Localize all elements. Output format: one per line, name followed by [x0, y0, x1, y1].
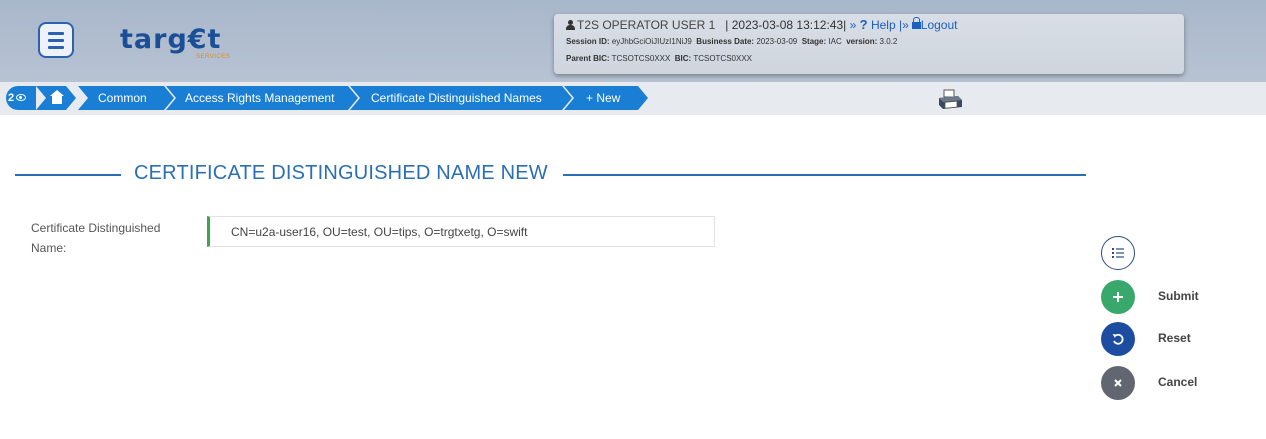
plus-icon [1113, 292, 1123, 302]
undo-icon [1112, 333, 1124, 345]
sep-2: |» [898, 18, 909, 32]
user-datetime: 2023-03-08 13:12:43| [731, 18, 847, 32]
page-title: CERTIFICATE DISTINGUISHED NAME NEW [134, 162, 548, 184]
printer-icon[interactable] [936, 88, 964, 112]
reset-label[interactable]: Reset [1158, 331, 1191, 345]
bic-label: BIC: [674, 54, 692, 63]
version-value: 3.0.2 [879, 37, 898, 46]
breadcrumb-new[interactable]: + New [564, 86, 648, 110]
user-icon [566, 20, 575, 30]
logout-link[interactable]: Logout [921, 18, 958, 32]
sep-1: » [849, 18, 857, 32]
submit-button[interactable] [1101, 280, 1135, 314]
cancel-label[interactable]: Cancel [1158, 375, 1197, 389]
history-button[interactable]: 2 [6, 86, 36, 110]
home-icon [50, 90, 64, 104]
breadcrumb-certificate-dns[interactable]: Certificate Distinguished Names [350, 86, 572, 110]
title-rule-right [563, 174, 1086, 176]
cancel-button[interactable] [1101, 366, 1135, 400]
session-id-label: Session ID: [566, 37, 610, 46]
parent-bic-label: Parent BIC: [566, 54, 610, 63]
list-button[interactable] [1101, 236, 1135, 270]
user-name: T2S OPERATOR USER 1 [577, 18, 716, 32]
parent-bic-value: TCSOTCS0XXX [611, 54, 671, 63]
user-info-panel: T2S OPERATOR USER 1 | 2023-03-08 13:12:4… [554, 14, 1184, 74]
history-count: 2 [8, 92, 15, 104]
breadcrumb-home[interactable] [36, 86, 76, 110]
business-date-label: Business Date: [696, 37, 755, 46]
stage-label: Stage: [801, 37, 827, 46]
logo-subtitle: SERVICES [196, 54, 231, 60]
submit-label[interactable]: Submit [1158, 289, 1199, 303]
eye-icon [16, 94, 27, 101]
title-rule-left [15, 174, 121, 176]
list-icon [1112, 248, 1124, 258]
help-icon[interactable]: ? [860, 17, 868, 32]
version-label: version: [846, 37, 878, 46]
session-id-value: eyJhbGciOiJIUzI1NiJ9 [611, 37, 692, 46]
bic-value: TCSOTCS0XXX [693, 54, 752, 63]
close-icon [1114, 379, 1122, 387]
dn-label: Certificate Distinguished Name: [31, 221, 161, 255]
app-header: targ€t SERVICES T2S OPERATOR USER 1 | 20… [0, 0, 1266, 82]
breadcrumb-access-rights[interactable]: Access Rights Management [166, 86, 358, 110]
help-link[interactable]: Help [871, 18, 896, 32]
logo: targ€t [120, 24, 222, 55]
reset-button[interactable] [1101, 322, 1135, 356]
menu-icon[interactable] [38, 22, 74, 58]
dn-field[interactable] [207, 216, 715, 247]
business-date-value: 2023-03-09 [756, 37, 798, 46]
breadcrumb-common[interactable]: Common [78, 86, 174, 110]
lock-icon[interactable] [911, 17, 921, 29]
stage-value: IAC [828, 37, 842, 46]
